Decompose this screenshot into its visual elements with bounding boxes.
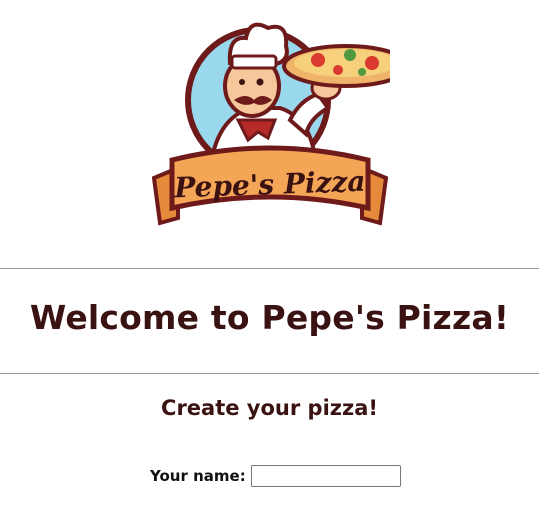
- page: Pepe's Pizza Welcome to Pepe's Pizza! Cr…: [0, 0, 539, 507]
- section-subtitle: Create your pizza!: [161, 396, 378, 420]
- chef-logo-icon: Pepe's Pizza: [151, 22, 410, 226]
- pepes-pizza-logo: Pepe's Pizza: [150, 8, 410, 233]
- bottom-divider: [0, 373, 539, 374]
- name-label: Your name:: [150, 467, 246, 485]
- top-divider: [0, 268, 539, 269]
- page-title: Welcome to Pepe's Pizza!: [29, 298, 510, 337]
- logo-text: Pepe's Pizza: [173, 165, 366, 205]
- name-form-row: Your name:: [150, 464, 401, 488]
- name-input[interactable]: [250, 465, 401, 487]
